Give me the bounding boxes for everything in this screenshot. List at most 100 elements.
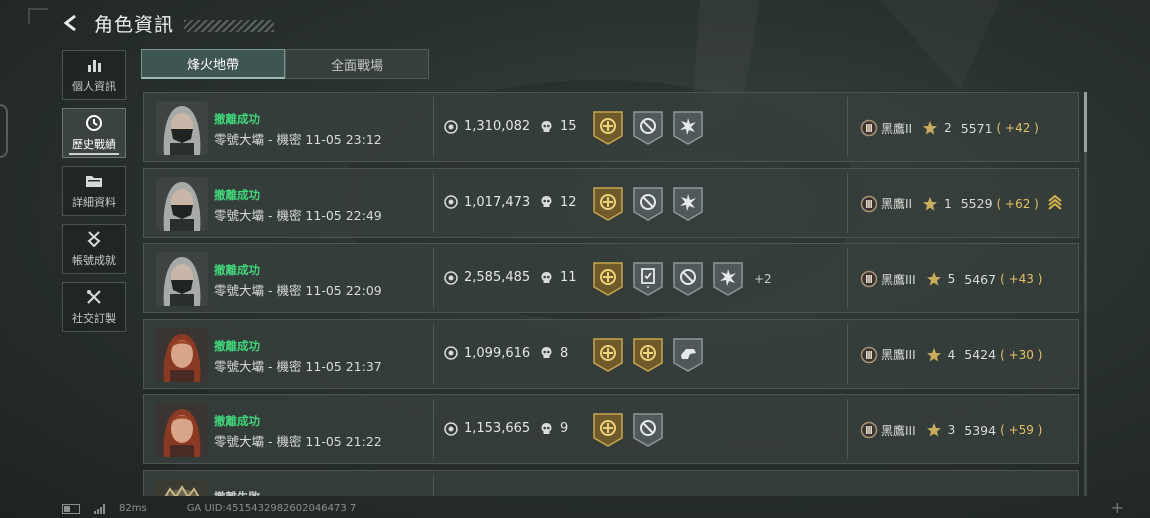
no-entry-badge[interactable] [632,186,664,222]
money-earned: 1,017,473 [444,195,530,210]
map-and-time: 零號大壩 - 機密 11-05 23:12 [214,132,382,147]
gold-shield-badge[interactable] [632,337,664,373]
star-icon [926,271,942,287]
map-and-time: 零號大壩 - 機密 11-05 22:49 [214,207,382,223]
star-icon [922,120,938,136]
uid-text: GA UID:4515432982602046473 7 [186,503,357,514]
column-divider [847,399,848,459]
column-divider [847,97,848,157]
placement: 2 [944,121,952,135]
score-delta: ( +62 ) [996,196,1039,211]
mode-tabs: 烽火地帶 全面戰場 [141,49,429,79]
sidebar-item-history[interactable]: 歷史戰績 [62,108,126,158]
operator-avatar [156,101,208,155]
money-value: 1,099,616 [464,345,531,361]
score-delta: ( +30 ) [1000,347,1043,362]
sidebar-item-label: 帳號成就 [72,254,116,267]
rank-up-chevron-icon [1048,194,1062,212]
no-entry-badge[interactable] [672,261,704,297]
sidebar-item-details[interactable]: 詳細資料 [62,166,126,216]
rank-info: 黑鷹II 1 5529 ( +62 ) [860,195,1039,213]
rank-score: 5424 [964,347,997,362]
money-earned: 2,585,485 [444,270,530,285]
no-entry-badge[interactable] [632,412,664,448]
more-badges-count[interactable]: +2 [754,272,772,286]
back-arrow-icon[interactable] [60,12,82,34]
match-record-row[interactable]: 撤離失敗 [143,469,1079,497]
match-record-row[interactable]: 撤離成功 零號大壩 - 機密 11-05 23:12 1,310,082 15 … [143,92,1079,162]
gold-shield-badge[interactable] [592,110,624,146]
gold-shield-badge[interactable] [592,412,624,448]
column-divider [433,474,434,496]
rank-info: 黑鷹III 3 5394 ( +59 ) [860,421,1042,439]
star-burst-badge[interactable] [672,110,704,146]
column-divider [847,172,848,233]
kills-value: 15 [560,119,577,134]
column-divider [433,172,434,233]
star-burst-badge[interactable] [712,261,744,297]
sidebar-item-personal-info[interactable]: 個人資訊 [62,50,126,100]
achievement-medal-icon [84,230,104,248]
extraction-result: 撤離失敗 [214,489,260,497]
operator-avatar [156,478,208,496]
badge-list [592,186,712,222]
match-record-row[interactable]: 撤離成功 零號大壩 - 機密 11-05 22:49 1,017,473 12 … [143,167,1079,238]
map-and-time: 零號大壩 - 機密 11-05 22:09 [214,283,382,298]
hand-badge[interactable] [672,337,704,373]
tab-full-battlefield[interactable]: 全面戰場 [285,49,429,79]
column-divider [433,399,434,459]
tools-icon [84,288,104,306]
column-divider [847,323,848,384]
column-divider [433,323,434,384]
side-drawer-handle[interactable] [0,104,8,158]
placement: 4 [947,347,956,362]
match-record-row[interactable]: 撤離成功 零號大壩 - 機密 11-05 22:09 2,585,485 11 … [143,243,1079,313]
rank-info: 黑鷹III 4 5424 ( +30 ) [860,346,1042,364]
map-and-time: 零號大壩 - 機密 11-05 21:37 [214,358,382,374]
sidebar-item-social[interactable]: 社交訂製 [62,282,126,332]
gold-shield-badge[interactable] [592,337,624,373]
rank-name: 黑鷹III [881,348,916,362]
kill-count: 8 [540,346,568,361]
score-delta: ( +59 ) [1000,423,1043,437]
money-value: 2,585,485 [464,270,531,285]
extraction-result: 撤離成功 [214,187,260,202]
operator-avatar [156,327,208,382]
star-icon [926,422,942,438]
placement: 1 [944,196,952,211]
match-record-row[interactable]: 撤離成功 零號大壩 - 機密 11-05 21:37 1,099,616 8 黑… [143,318,1079,389]
sidebar: 個人資訊 歷史戰績 詳細資料 帳號成就 社交訂製 [62,50,128,340]
rank-emblem-icon [860,119,878,137]
operator-avatar [156,252,208,306]
list-scrollbar[interactable] [1084,92,1087,496]
star-icon [922,196,938,212]
placement: 5 [947,272,956,286]
tab-hazard-zone[interactable]: 烽火地帶 [141,49,285,79]
rank-name: 黑鷹III [881,272,916,287]
money-earned: 1,310,082 [444,119,530,134]
bar-chart-icon [84,56,104,74]
no-entry-badge[interactable] [632,110,664,146]
star-burst-badge[interactable] [672,186,704,222]
scrollbar-thumb[interactable] [1084,92,1087,152]
match-record-row[interactable]: 撤離成功 零號大壩 - 機密 11-05 21:22 1,153,665 9 黑… [143,394,1079,464]
sidebar-item-achievements[interactable]: 帳號成就 [62,224,126,274]
rank-score: 5394 [964,422,997,438]
rank-info: 黑鷹III 5 5467 ( +43 ) [860,270,1042,288]
card-badge[interactable] [632,261,664,297]
sidebar-item-label: 歷史戰績 [72,138,116,151]
skull-icon [540,120,553,134]
rank-emblem-icon [860,270,878,288]
score-delta: ( +43 ) [1000,272,1043,286]
sidebar-item-label: 個人資訊 [72,80,116,93]
rank-score: 5529 [960,196,993,211]
rank-emblem-icon [860,195,878,213]
plus-icon: + [1110,498,1124,517]
kills-value: 8 [560,345,569,361]
kills-value: 11 [560,270,577,285]
gold-shield-badge[interactable] [592,186,624,222]
rank-score: 5467 [964,271,997,287]
badge-list [592,412,672,448]
status-footer: 82ms GA UID:4515432982602046473 7 [62,503,356,514]
gold-shield-badge[interactable] [592,261,624,297]
